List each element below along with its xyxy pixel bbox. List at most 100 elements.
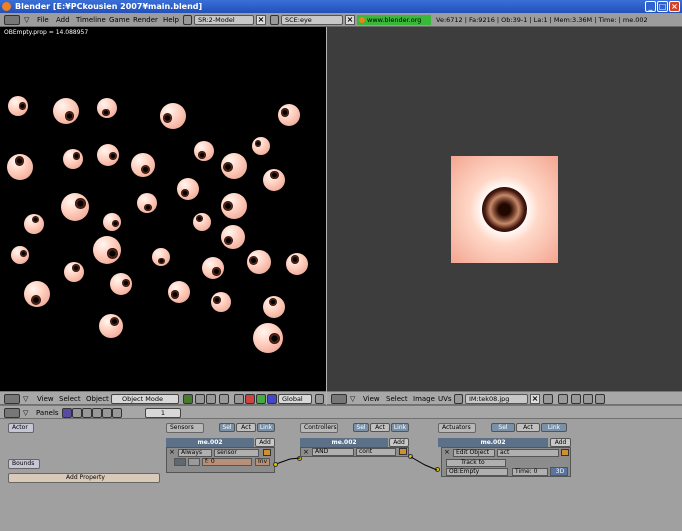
menu-timeline[interactable]: Timeline <box>76 15 106 25</box>
shading-context-icon[interactable] <box>82 408 92 418</box>
eyeball-object[interactable] <box>64 262 84 282</box>
scene-context-icon[interactable] <box>112 408 122 418</box>
eyeball-object[interactable] <box>177 178 199 200</box>
menu-help[interactable]: Help <box>163 15 179 25</box>
frame-number-field[interactable]: 1 <box>145 408 181 418</box>
eyeball-object[interactable] <box>61 193 89 221</box>
eyeball-object[interactable] <box>202 257 224 279</box>
3d-editor-type-icon[interactable] <box>4 394 20 404</box>
eyeball-object[interactable] <box>168 281 190 303</box>
edit-context-icon[interactable] <box>102 408 112 418</box>
shading-icon[interactable] <box>195 394 205 404</box>
eyeball-pupil <box>157 257 165 265</box>
scene-browse-icon[interactable] <box>270 15 279 25</box>
menu-select[interactable]: Select <box>386 394 408 404</box>
eyeball-object[interactable] <box>152 248 170 266</box>
eyeball-object[interactable] <box>99 314 123 338</box>
sensor-link-socket[interactable] <box>273 462 278 467</box>
eyeball-object[interactable] <box>221 153 247 179</box>
image-unlink-button[interactable]: × <box>530 394 540 404</box>
mode-select[interactable]: Object Mode <box>111 394 179 404</box>
menu-view[interactable]: View <box>37 394 54 404</box>
close-window-button[interactable]: × <box>669 1 680 12</box>
eyeball-object[interactable] <box>193 213 211 231</box>
eyeball-object[interactable] <box>8 96 28 116</box>
info-editor-type-icon[interactable] <box>4 15 20 25</box>
image-editor-viewport[interactable] <box>327 27 682 391</box>
menu-view[interactable]: View <box>363 394 380 404</box>
3d-view-header: ▽ View Select Object Object Mode Global <box>0 391 326 405</box>
buttons-editor-type-icon[interactable] <box>4 408 20 418</box>
eyeball-object[interactable] <box>24 281 50 307</box>
eyeball-object[interactable] <box>93 236 121 264</box>
layer-icon[interactable] <box>219 394 229 404</box>
menu-object[interactable]: Object <box>86 394 109 404</box>
eyeball-object[interactable] <box>63 149 83 169</box>
minimize-button[interactable]: _ <box>645 1 656 12</box>
hand-manipulator-icon[interactable] <box>234 394 244 404</box>
scale-manipulator-icon[interactable] <box>267 394 277 404</box>
blender-small-logo-icon <box>359 17 365 23</box>
image-pack-icon[interactable] <box>543 394 553 404</box>
menu-select[interactable]: Select <box>59 394 81 404</box>
eyeball-pupil <box>269 332 281 344</box>
image-editor-type-icon[interactable] <box>331 394 347 404</box>
menu-add[interactable]: Add <box>56 15 70 25</box>
eyeball-object[interactable] <box>211 292 231 312</box>
eyeball-object[interactable] <box>247 250 271 274</box>
menu-image[interactable]: Image <box>413 394 435 404</box>
image-lock-icon[interactable] <box>571 394 581 404</box>
image-browse-icon[interactable] <box>454 394 463 404</box>
screen-field[interactable]: SR:2-Model <box>194 15 254 25</box>
image-record-icon[interactable] <box>583 394 593 404</box>
eyeball-object[interactable] <box>137 193 157 213</box>
eyeball-object[interactable] <box>278 104 300 126</box>
translate-manipulator-icon[interactable] <box>245 394 255 404</box>
screen-delete-button[interactable]: × <box>256 15 266 25</box>
eyeball-object[interactable] <box>110 273 132 295</box>
pivot-icon[interactable] <box>206 394 216 404</box>
eyeball-object[interactable] <box>103 213 121 231</box>
eyeball-object[interactable] <box>263 296 285 318</box>
collapse-menu-icon[interactable]: ▽ <box>23 394 28 404</box>
eyeball-object[interactable] <box>97 144 119 166</box>
blender-url-link[interactable]: www.blender.org 242 <box>357 15 431 34</box>
eyeball-object[interactable] <box>221 193 247 219</box>
eyeball-object[interactable] <box>160 103 186 129</box>
draw-type-icon[interactable] <box>183 394 193 404</box>
rotate-manipulator-icon[interactable] <box>256 394 266 404</box>
eyeball-object[interactable] <box>252 137 270 155</box>
image-paint-icon[interactable] <box>558 394 568 404</box>
menu-game[interactable]: Game <box>109 15 130 25</box>
menu-file[interactable]: File <box>37 15 49 25</box>
eyeball-object[interactable] <box>194 141 214 161</box>
eyeball-object[interactable] <box>286 253 308 275</box>
eyeball-object[interactable] <box>11 246 29 264</box>
image-channels-icon[interactable] <box>595 394 605 404</box>
logic-context-icon[interactable] <box>62 408 72 418</box>
screen-browse-icon[interactable] <box>183 15 192 25</box>
image-name-field[interactable]: IM:tek08.jpg <box>465 394 528 404</box>
collapse-menu-icon[interactable]: ▽ <box>23 408 28 418</box>
scene-field[interactable]: SCE:eye <box>281 15 343 25</box>
collapse-menu-icon[interactable]: ▽ <box>24 15 29 25</box>
viewport-scroll-icon[interactable] <box>315 394 324 404</box>
eyeball-object[interactable] <box>253 323 283 353</box>
eyeball-object[interactable] <box>221 225 245 249</box>
3d-viewport[interactable]: OBEmpty.prop = 14.088957 <box>0 27 326 391</box>
object-context-icon[interactable] <box>92 408 102 418</box>
scene-delete-button[interactable]: × <box>345 15 355 25</box>
eyeball-pupil <box>290 255 300 264</box>
eyeball-object[interactable] <box>263 169 285 191</box>
menu-render[interactable]: Render <box>133 15 158 25</box>
maximize-button[interactable]: □ <box>657 1 668 12</box>
script-context-icon[interactable] <box>72 408 82 418</box>
eyeball-object[interactable] <box>97 98 117 118</box>
eyeball-object[interactable] <box>24 214 44 234</box>
collapse-menu-icon[interactable]: ▽ <box>350 394 355 404</box>
eyeball-object[interactable] <box>131 153 155 177</box>
orientation-select[interactable]: Global <box>278 394 312 404</box>
eyeball-object[interactable] <box>7 154 33 180</box>
eyeball-object[interactable] <box>53 98 79 124</box>
menu-uvs[interactable]: UVs <box>438 394 452 404</box>
